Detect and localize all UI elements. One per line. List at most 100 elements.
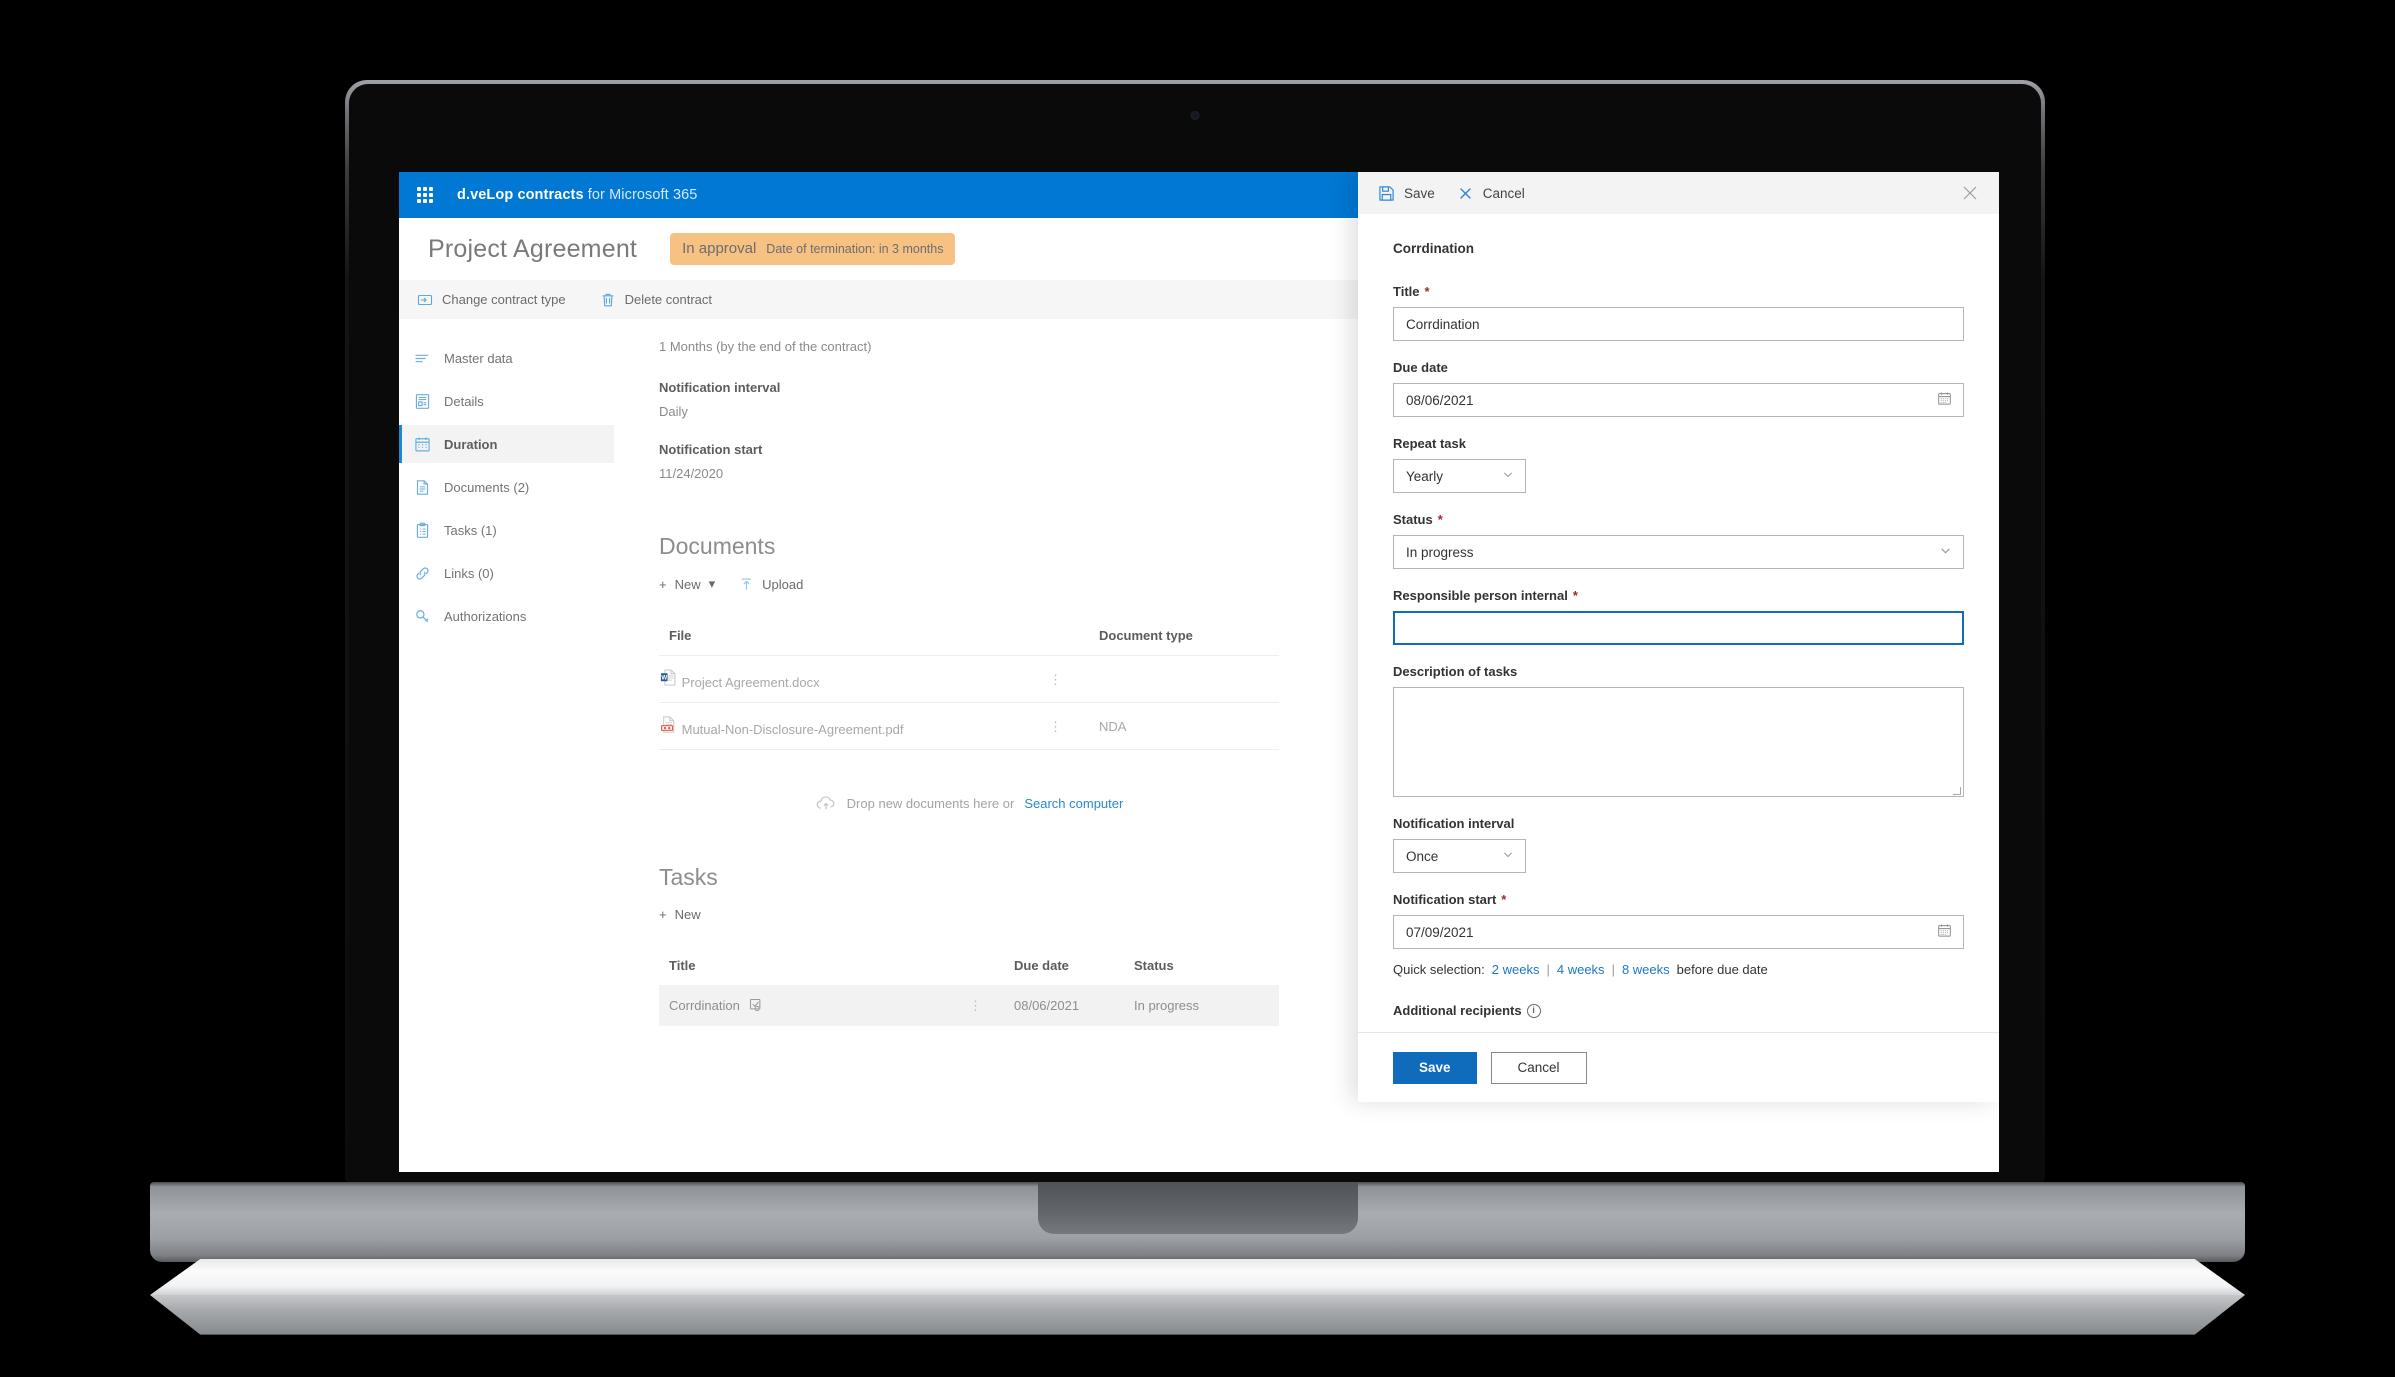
repeat-task-select[interactable]: Yearly [1393,459,1526,493]
tasks-table: Title Due date Status Corrdination ⋮ 08/… [659,958,1279,1026]
status-field-label: Status * [1393,512,1964,527]
sidebar-item-documents[interactable]: Documents (2) [399,468,614,506]
status-badge-state: In approval [682,240,757,257]
repeat-label-text: Repeat task [1393,436,1466,451]
screenshot-stage: d.veLop contracts for Microsoft 365 Proj… [0,0,2395,1377]
resize-grip-icon[interactable] [1953,787,1961,795]
quick-option-8-weeks[interactable]: 8 weeks [1622,962,1670,977]
cloud-upload-icon [816,796,835,810]
calendar-icon[interactable] [1937,391,1952,409]
documents-upload-label: Upload [762,576,804,592]
notification-interval-select[interactable]: Once [1393,839,1526,873]
description-textarea[interactable] [1393,687,1964,797]
brand-suffix: for Microsoft 365 [587,187,698,203]
document-icon [413,479,431,496]
laptop-base-reflection [150,1295,2245,1335]
documents-col-type: Document type [1099,628,1193,643]
laptop-base-edge [150,1259,2245,1295]
title-input[interactable]: Corrdination [1393,307,1964,341]
change-contract-type-button[interactable]: Change contract type [411,288,572,312]
change-type-icon [417,294,433,305]
sidebar-item-links[interactable]: Links (0) [399,554,614,592]
description-label-text: Description of tasks [1393,664,1518,679]
additional-recipients-label-text: Additional recipients [1393,1003,1522,1018]
status-value: In progress [1406,544,1474,560]
plus-icon: + [659,576,667,592]
tasks-col-status: Status [1134,958,1174,973]
sidebar-label-links: Links (0) [444,565,494,581]
tasks-new-button[interactable]: + New [659,907,701,922]
trash-icon [602,293,613,306]
required-marker: * [1437,512,1443,527]
app-launcher-icon[interactable] [417,187,433,203]
sidebar-label-tasks: Tasks (1) [444,522,497,538]
panel-save-label: Save [1404,185,1435,201]
notif-start-label-text: Notification start [1393,892,1497,907]
chevron-down-icon [1939,544,1952,560]
document-type-value: NDA [1099,702,1279,750]
sidebar-item-tasks[interactable]: Tasks (1) [399,511,614,549]
table-row[interactable]: Mutual-Non-Disclosure-Agreement.pdf ⋮ ND… [659,702,1279,750]
row-menu-icon[interactable]: ⋮ [1049,719,1062,734]
repeat-task-field-label: Repeat task [1393,436,1964,451]
status-select[interactable]: In progress [1393,535,1964,569]
document-file-name: Project Agreement.docx [681,675,820,690]
delete-contract-button[interactable]: Delete contract [594,288,718,312]
sidebar-label-authorizations: Authorizations [444,608,527,624]
notification-start-input[interactable]: 07/09/2021 [1393,915,1964,949]
panel-cancel-label: Cancel [1482,185,1525,201]
word-file-icon: W [660,669,676,686]
row-menu-icon[interactable]: ⋮ [1049,672,1062,687]
recurring-task-icon [749,998,761,1012]
task-title: Corrdination [669,998,740,1013]
clipboard-icon [413,522,431,539]
link-icon [413,565,431,582]
table-row[interactable]: W Project Agreement.docx ⋮ [659,655,1279,703]
quick-selection-row: Quick selection: 2 weeks | 4 weeks | 8 w… [1393,962,1964,977]
sidebar-label-documents: Documents (2) [444,479,530,495]
repeat-task-value: Yearly [1406,468,1444,484]
status-badge-detail: Date of termination: in 3 months [766,242,944,256]
responsible-person-field-label: Responsible person internal * [1393,588,1964,603]
sidebar-item-master-data[interactable]: Master data [399,339,614,377]
row-menu-icon[interactable]: ⋮ [969,998,982,1013]
chevron-down-icon [1502,849,1514,864]
brand-name: d.veLop [457,187,514,203]
table-row[interactable]: Corrdination ⋮ 08/06/2021 In progress [659,985,1279,1026]
panel-save-button[interactable]: Save [1378,185,1435,202]
document-dropzone[interactable]: Drop new documents here or Search comput… [659,794,1279,812]
title-label-text: Title [1393,284,1420,299]
sidebar: Master data Details Duration Documents (… [399,319,614,1172]
panel-close-icon[interactable] [1959,182,1981,204]
separator: | [1546,962,1550,977]
additional-recipients-field-label: Additional recipients i [1393,1003,1964,1018]
quick-option-4-weeks[interactable]: 4 weeks [1557,962,1605,977]
sidebar-label-duration: Duration [444,436,498,452]
calendar-icon[interactable] [1937,923,1952,941]
documents-new-label: New [674,576,701,592]
panel-command-bar: Save Cancel [1358,172,1999,214]
info-icon[interactable]: i [1526,1003,1541,1018]
cancel-button[interactable]: Cancel [1490,1051,1587,1084]
documents-new-button[interactable]: + New ▾ [659,576,715,592]
sidebar-item-authorizations[interactable]: Authorizations [399,597,614,635]
save-button[interactable]: Save [1393,1051,1477,1084]
due-date-input-value: 08/06/2021 [1406,392,1474,408]
responsible-person-input[interactable] [1393,611,1964,645]
documents-upload-button[interactable]: Upload [739,577,803,592]
documents-col-file: File [669,628,692,643]
notification-interval-field-label: Notification interval [1393,816,1964,831]
sidebar-label-master-data: Master data [444,350,513,366]
due-date-label-text: Due date [1393,360,1448,375]
search-computer-link[interactable]: Search computer [1024,796,1123,811]
panel-cancel-button[interactable]: Cancel [1457,185,1525,202]
change-contract-type-label: Change contract type [442,292,566,307]
pdf-file-icon [661,716,675,733]
description-field-label: Description of tasks [1393,664,1964,679]
due-date-input[interactable]: 08/06/2021 [1393,383,1964,417]
sidebar-item-details[interactable]: Details [399,382,614,420]
required-marker: * [1572,588,1578,603]
quick-option-2-weeks[interactable]: 2 weeks [1492,962,1540,977]
chevron-down-icon: ▾ [708,576,716,591]
sidebar-item-duration[interactable]: Duration [399,425,614,463]
